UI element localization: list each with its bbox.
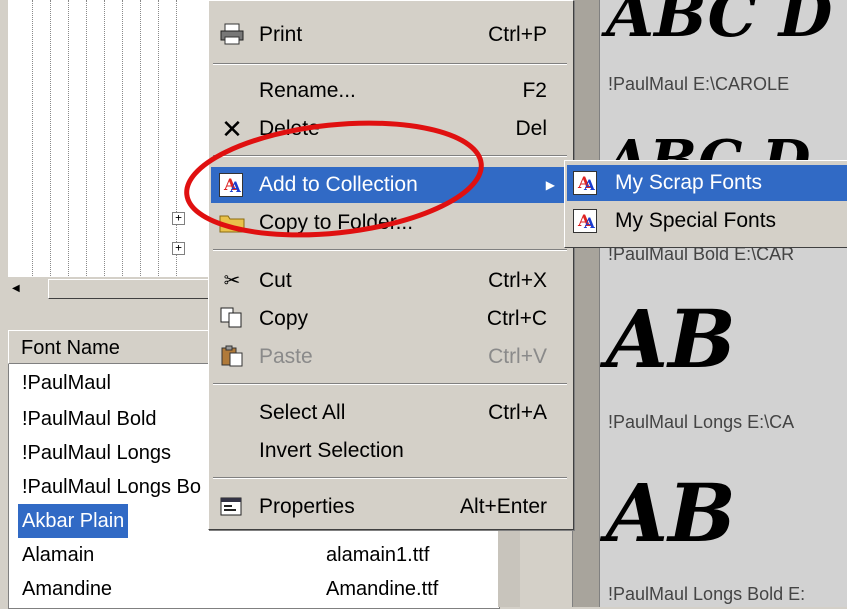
font-name: Alamain — [22, 544, 95, 566]
list-item[interactable]: Alamain alamain1.ttf — [10, 538, 498, 572]
menu-item-label: Print — [259, 23, 303, 46]
horizontal-scrollbar[interactable]: ◀ — [8, 276, 210, 301]
shortcut-label: F2 — [522, 79, 547, 102]
submenu-item-label: My Scrap Fonts — [615, 171, 763, 194]
tree-expand-button[interactable]: + — [172, 212, 185, 225]
shortcut-label: Del — [515, 117, 547, 140]
list-item[interactable]: Amandine Amandine.ttf — [10, 572, 498, 606]
collection-submenu: AA My Scrap Fonts AA My Special Fonts — [564, 160, 847, 248]
paste-icon — [219, 345, 245, 369]
copy-icon — [219, 307, 245, 331]
font-name: Amandine — [22, 578, 113, 600]
menu-item-label: Paste — [259, 345, 313, 368]
collection-icon: AA — [219, 173, 245, 197]
menu-item-invert-selection[interactable]: Invert Selection — [211, 433, 569, 469]
menu-item-label: Delete — [259, 117, 320, 140]
collection-icon: AA — [573, 209, 599, 233]
shortcut-label: Ctrl+A — [488, 401, 547, 424]
printer-icon — [219, 23, 245, 47]
menu-item-print[interactable]: Print Ctrl+P — [211, 17, 569, 53]
menu-separator — [213, 249, 567, 251]
submenu-arrow-icon: ▶ — [545, 178, 555, 192]
folder-tree-pane[interactable]: + + — [8, 0, 209, 286]
menu-separator — [213, 477, 567, 479]
menu-item-label: Properties — [259, 495, 355, 518]
font-name: Akbar Plain — [18, 504, 129, 538]
font-file: Amandine.ttf — [326, 578, 439, 600]
menu-item-properties[interactable]: Properties Alt+Enter — [211, 489, 569, 525]
menu-item-select-all[interactable]: Select All Ctrl+A — [211, 395, 569, 431]
menu-item-cut[interactable]: ✂ Cut Ctrl+X — [211, 263, 569, 299]
tree-expand-button[interactable]: + — [172, 242, 185, 255]
menu-item-label: Rename... — [259, 79, 356, 102]
font-sample-label: !PaulMaul Longs E:\CA — [608, 412, 795, 432]
menu-item-label: Invert Selection — [259, 439, 404, 462]
properties-icon — [219, 495, 245, 519]
folder-icon — [219, 211, 245, 235]
menu-item-delete[interactable]: ✕ Delete Del — [211, 111, 569, 147]
menu-item-copy-to-folder[interactable]: Copy to Folder... — [211, 205, 569, 241]
shortcut-label: Ctrl+V — [488, 345, 547, 368]
font-file: alamain1.ttf — [326, 544, 430, 566]
font-sample-glyphs: AB — [606, 292, 736, 386]
menu-item-label: Copy to Folder... — [259, 211, 414, 234]
menu-item-label: Add to Collection — [259, 173, 418, 196]
submenu-item-my-special-fonts[interactable]: AA My Special Fonts — [567, 203, 847, 239]
menu-item-label: Copy — [259, 307, 309, 330]
vertical-scrollbar[interactable] — [572, 0, 600, 607]
submenu-item-my-scrap-fonts[interactable]: AA My Scrap Fonts — [567, 165, 847, 201]
font-preview-pane: ABC D !PaulMaul E:\CAROLE ABC D !PaulMau… — [600, 0, 847, 607]
font-sample-glyphs: AB — [606, 466, 736, 560]
font-name: !PaulMaul Longs — [22, 442, 171, 464]
menu-item-label: Select All — [259, 401, 346, 424]
menu-item-copy[interactable]: Copy Ctrl+C — [211, 301, 569, 337]
menu-separator — [213, 63, 567, 65]
shortcut-label: Alt+Enter — [460, 495, 547, 518]
font-sample-label: !PaulMaul Longs Bold E: — [608, 584, 806, 604]
scroll-left-arrow-icon[interactable]: ◀ — [12, 283, 20, 294]
menu-separator — [213, 155, 567, 157]
menu-item-add-to-collection[interactable]: AA Add to Collection ▶ — [211, 167, 569, 203]
font-sample-label: !PaulMaul E:\CAROLE — [608, 74, 790, 94]
menu-item-label: Cut — [259, 269, 292, 292]
font-sample-glyphs: ABC D — [606, 0, 833, 51]
font-name: !PaulMaul Bold — [22, 408, 157, 430]
delete-x-icon: ✕ — [221, 114, 243, 144]
shortcut-label: Ctrl+C — [486, 307, 547, 330]
shortcut-label: Ctrl+P — [488, 23, 547, 46]
collection-icon: AA — [573, 171, 599, 195]
menu-item-paste[interactable]: Paste Ctrl+V — [211, 339, 569, 375]
menu-item-rename[interactable]: Rename... F2 — [211, 73, 569, 109]
context-menu: Print Ctrl+P Rename... F2 ✕ Delete Del A… — [208, 0, 574, 530]
font-name: !PaulMaul — [22, 372, 111, 394]
submenu-item-label: My Special Fonts — [615, 209, 777, 232]
shortcut-label: Ctrl+X — [488, 269, 547, 292]
scissors-icon: ✂ — [223, 270, 241, 292]
menu-separator — [213, 383, 567, 385]
font-name: !PaulMaul Longs Bo — [22, 476, 202, 498]
scrollbar-thumb[interactable] — [48, 279, 210, 299]
